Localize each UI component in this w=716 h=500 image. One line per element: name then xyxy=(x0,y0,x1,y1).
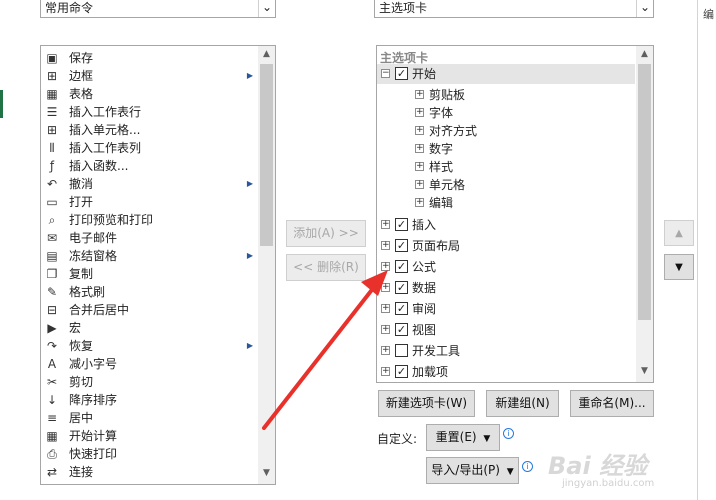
annotation-arrow xyxy=(262,270,388,430)
